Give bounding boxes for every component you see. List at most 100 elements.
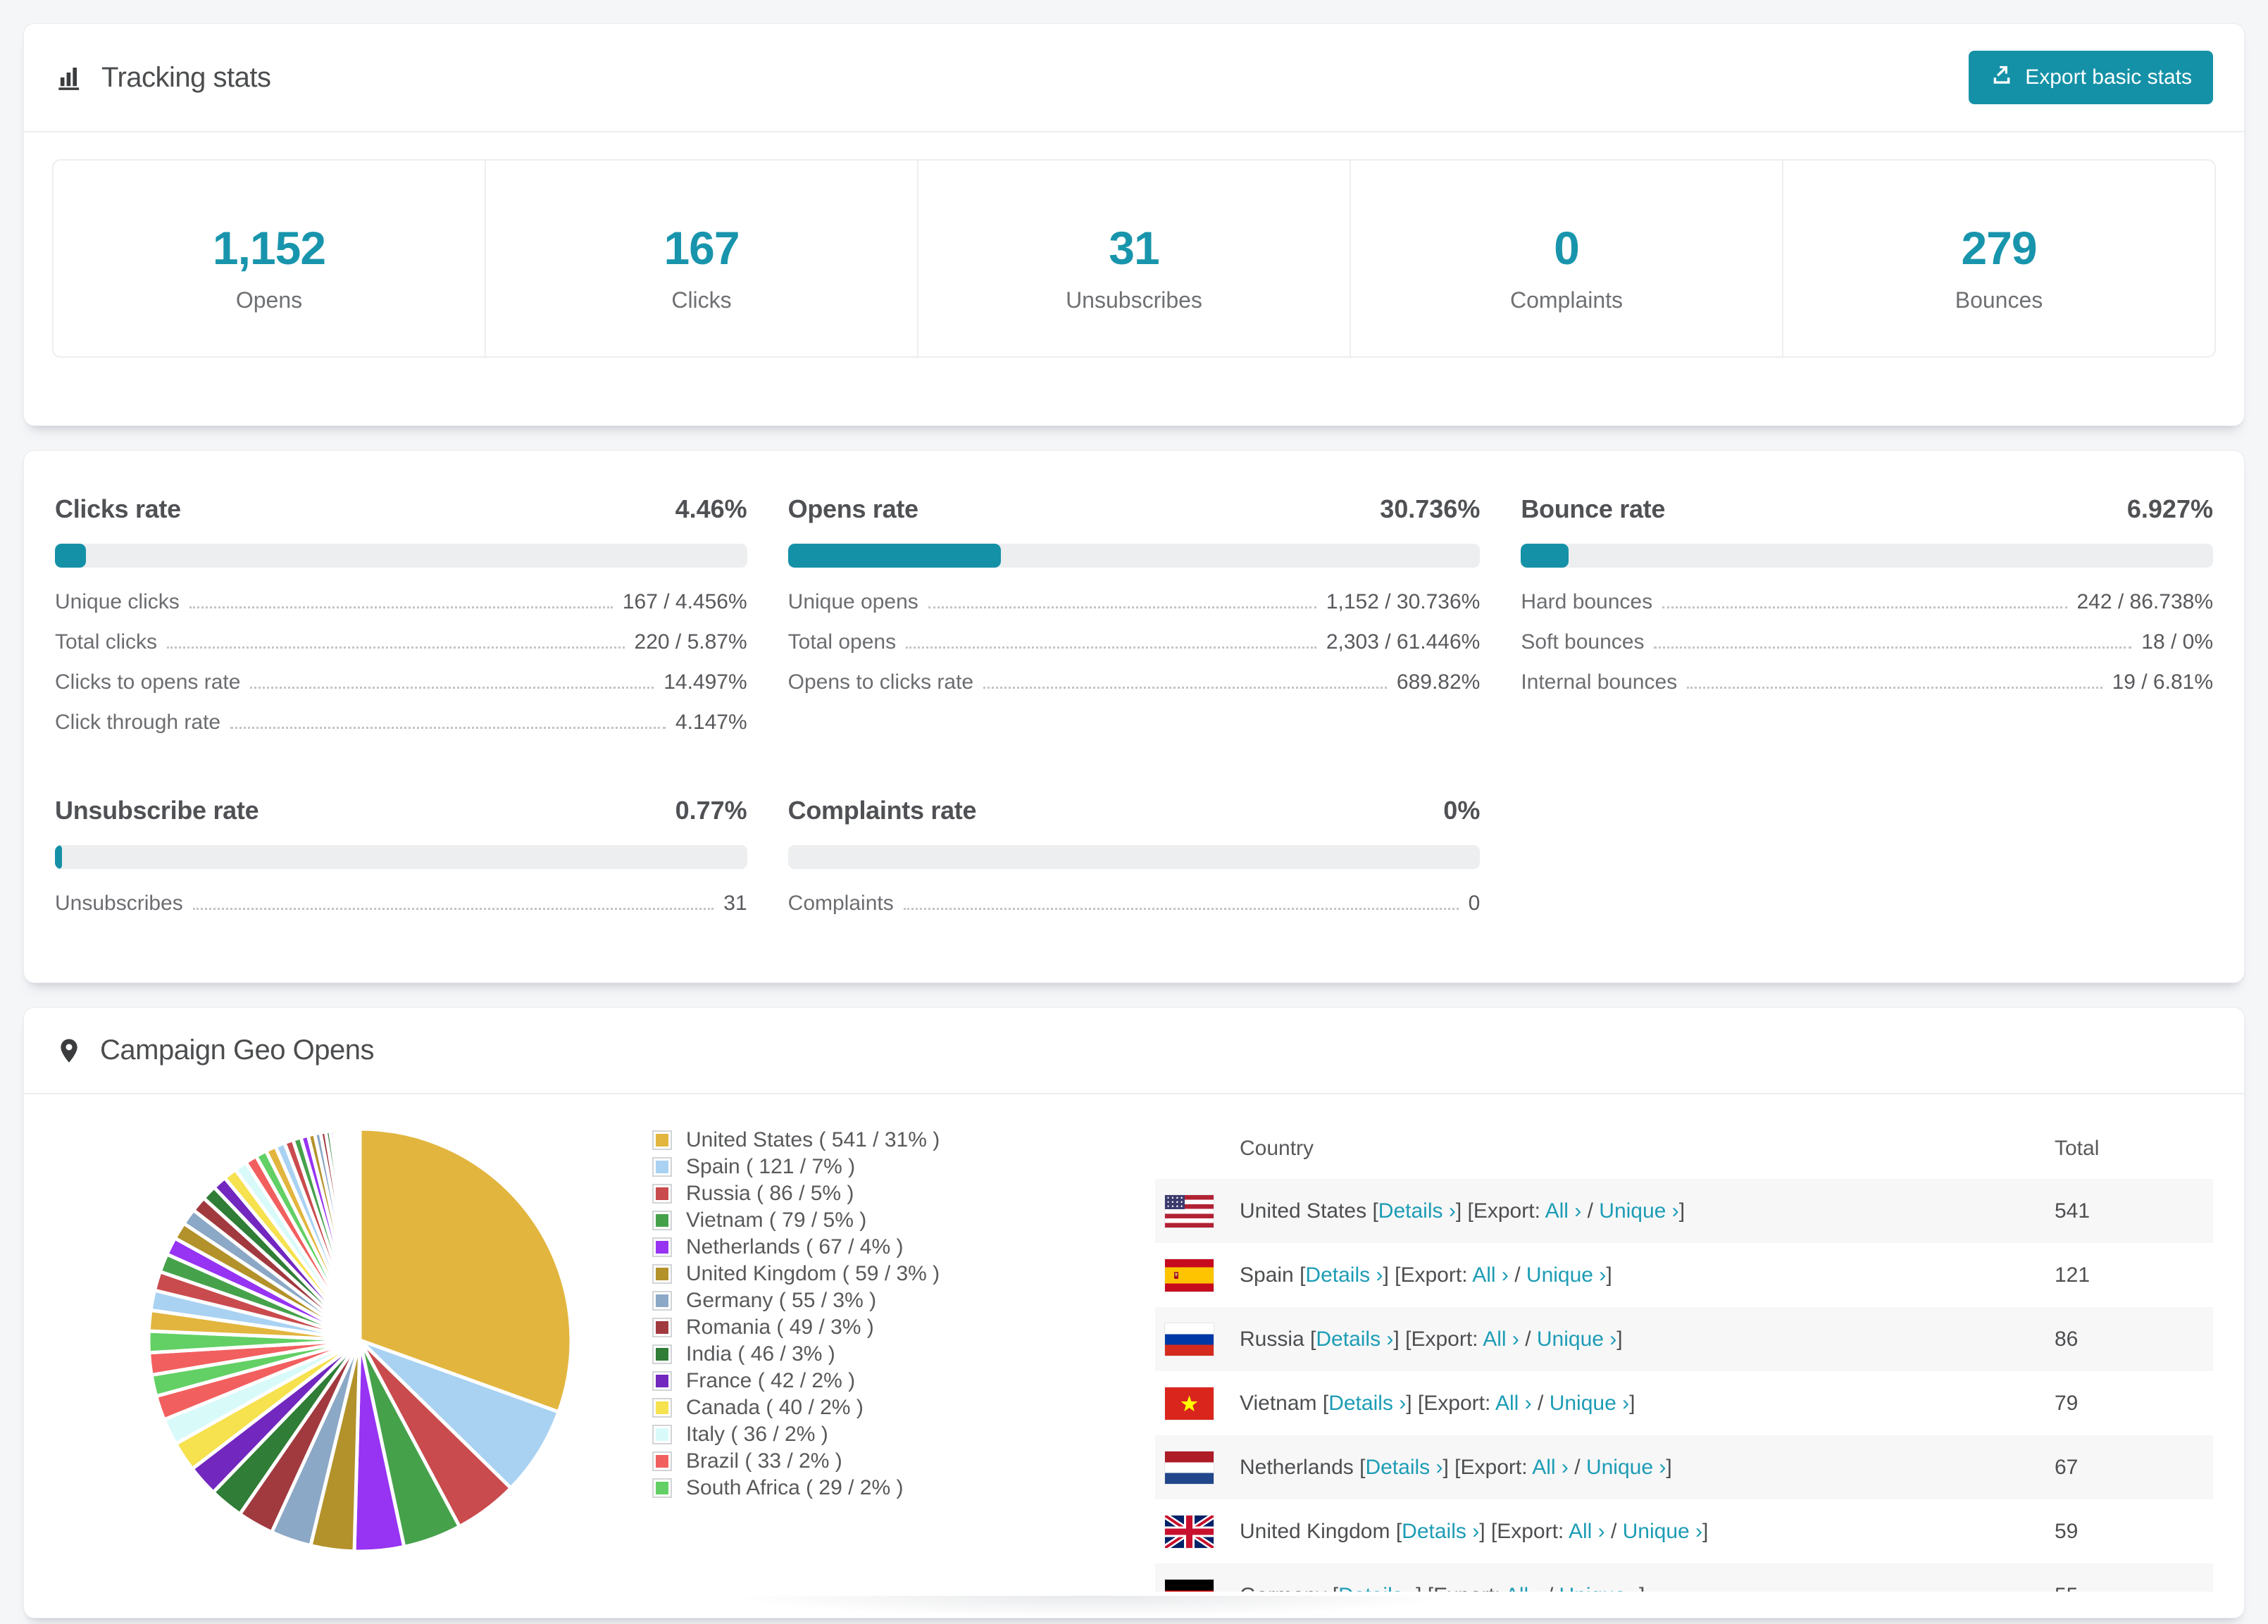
bracket: [ xyxy=(1322,1391,1329,1415)
bracket: [ xyxy=(1454,1455,1461,1479)
stat-cell-complaints: 0 Complaints xyxy=(1351,161,1783,356)
rate-row-value: 242 / 86.738% xyxy=(2076,590,2214,613)
stat-label: Opens xyxy=(235,287,303,313)
export-unique-link[interactable]: Unique › xyxy=(1526,1263,1606,1287)
rate-headline-value: 0% xyxy=(1443,796,1481,825)
country-name: Russia xyxy=(1240,1327,1304,1351)
country-name: Germany xyxy=(1240,1584,1326,1592)
progress-bar xyxy=(55,544,747,568)
export-all-link[interactable]: All › xyxy=(1569,1520,1605,1543)
rate-section-clicks-rate: Clicks rate 4.46% Unique clicks 167 / 4.456… xyxy=(55,494,747,751)
details-link[interactable]: Details › xyxy=(1316,1328,1393,1351)
dotted-leader xyxy=(928,606,1316,608)
rate-row-value: 19 / 6.81% xyxy=(2112,670,2213,694)
export-all-link[interactable]: All › xyxy=(1483,1328,1519,1351)
rate-section-opens-rate: Opens rate 30.736% Unique opens 1,152 / 30.… xyxy=(787,494,1481,751)
table-row-gb: United Kingdom [Details ›] [Export: All … xyxy=(1155,1499,2213,1563)
rate-title: Bounce rate xyxy=(1521,494,1666,523)
legend-swatch xyxy=(652,1157,672,1177)
bracket: ] xyxy=(1416,1584,1421,1592)
export-basic-stats-button[interactable]: Export basic stats xyxy=(1969,51,2213,104)
details-link[interactable]: Details › xyxy=(1402,1520,1479,1543)
geo-pie-chart[interactable] xyxy=(138,1118,582,1562)
rate-row-label: Soft bounces xyxy=(1521,630,1645,654)
export-unique-link[interactable]: Unique › xyxy=(1537,1328,1616,1351)
legend-label: Russia ( 86 / 5% ) xyxy=(686,1182,854,1205)
bracket: [ xyxy=(1333,1584,1338,1592)
bracket: ] xyxy=(1455,1199,1462,1223)
legend-swatch xyxy=(652,1130,672,1150)
country-cell: Netherlands [Details ›] [Export: All › /… xyxy=(1240,1456,1672,1480)
bracket: ] xyxy=(1383,1263,1389,1287)
export-all-link[interactable]: All › xyxy=(1472,1263,1509,1287)
rate-row: Opens to clicks rate 689.82% xyxy=(788,670,1481,711)
export-label: Export: xyxy=(1411,1327,1478,1351)
slash: / xyxy=(1508,1263,1526,1287)
geo-table: Country Total United States [Details ›] … xyxy=(1155,1118,2213,1592)
legend-item: Netherlands ( 67 / 4% ) xyxy=(652,1234,1085,1261)
rate-title: Clicks rate xyxy=(55,494,181,523)
progress-bar xyxy=(787,845,1481,869)
column-header-total: Total xyxy=(2055,1137,2100,1160)
export-unique-link[interactable]: Unique › xyxy=(1623,1520,1702,1543)
details-link[interactable]: Details › xyxy=(1378,1199,1456,1223)
stat-value: 0 xyxy=(1554,222,1580,274)
bracket: ] xyxy=(1666,1455,1672,1479)
country-cell: Russia [Details ›] [Export: All › / Uniq… xyxy=(1240,1328,1623,1351)
details-link[interactable]: Details › xyxy=(1328,1392,1406,1415)
rate-row-value: 0 xyxy=(1468,892,1481,915)
dotted-leader xyxy=(167,647,625,649)
dotted-leader xyxy=(250,687,654,689)
legend-label: Netherlands ( 67 / 4% ) xyxy=(686,1235,904,1258)
bracket: [ xyxy=(1428,1584,1433,1592)
legend-label: South Africa ( 29 / 2% ) xyxy=(686,1476,904,1499)
geo-table-header: Country Total xyxy=(1155,1118,2213,1179)
legend-swatch xyxy=(652,1478,672,1498)
geo-body: United States ( 541 / 31% ) Spain ( 121 /… xyxy=(24,1094,2244,1592)
country-cell: United States [Details ›] [Export: All ›… xyxy=(1240,1199,1685,1223)
legend-swatch xyxy=(652,1451,672,1471)
rate-row: Hard bounces 242 / 86.738% xyxy=(1521,590,2213,630)
legend-swatch xyxy=(652,1425,672,1444)
stat-value: 167 xyxy=(663,222,740,274)
rate-row-value: 4.147% xyxy=(675,711,747,734)
rate-title: Opens rate xyxy=(787,494,918,523)
export-all-link[interactable]: All › xyxy=(1545,1199,1582,1223)
total-cell: 121 xyxy=(2055,1263,2091,1287)
bracket: ] xyxy=(1678,1199,1686,1223)
export-all-link[interactable]: All › xyxy=(1505,1584,1542,1592)
details-link[interactable]: Details › xyxy=(1305,1263,1383,1287)
export-all-link[interactable]: All › xyxy=(1532,1456,1569,1479)
legend-label: Vietnam ( 79 / 5% ) xyxy=(686,1208,867,1232)
legend-label: Brazil ( 33 / 2% ) xyxy=(686,1449,842,1473)
bracket: ] xyxy=(1616,1327,1623,1351)
export-unique-link[interactable]: Unique › xyxy=(1559,1584,1639,1592)
rate-title: Unsubscribe rate xyxy=(55,796,259,825)
rate-row-value: 18 / 0% xyxy=(2141,630,2213,654)
export-icon xyxy=(1990,63,2014,92)
rate-row-value: 689.82% xyxy=(1396,670,1481,694)
details-link[interactable]: Details › xyxy=(1338,1584,1416,1592)
export-unique-link[interactable]: Unique › xyxy=(1550,1392,1629,1415)
rate-headline-value: 0.77% xyxy=(675,796,747,825)
bracket: [ xyxy=(1395,1519,1402,1543)
legend-item: Canada ( 40 / 2% ) xyxy=(652,1394,1085,1421)
flag-icon-gb xyxy=(1165,1515,1214,1548)
progress-bar xyxy=(1521,544,2213,568)
rate-row-value: 220 / 5.87% xyxy=(634,630,747,654)
stat-cell-bounces: 279 Bounces xyxy=(1783,161,2214,356)
rate-row-label: Clicks to opens rate xyxy=(55,670,241,694)
map-pin-icon xyxy=(55,1037,83,1065)
tracking-stats-title: Tracking stats xyxy=(55,62,271,94)
export-unique-link[interactable]: Unique › xyxy=(1599,1199,1678,1223)
slash: / xyxy=(1519,1327,1537,1351)
details-link[interactable]: Details › xyxy=(1365,1456,1443,1479)
total-cell: 541 xyxy=(2055,1199,2091,1223)
export-unique-link[interactable]: Unique › xyxy=(1586,1456,1666,1479)
slash: / xyxy=(1542,1584,1559,1592)
rate-row-value: 14.497% xyxy=(663,670,747,694)
bracket: ] xyxy=(1479,1519,1485,1543)
export-all-link[interactable]: All › xyxy=(1495,1392,1532,1415)
export-label: Export: xyxy=(1473,1199,1540,1223)
country-name: Spain xyxy=(1240,1263,1294,1287)
